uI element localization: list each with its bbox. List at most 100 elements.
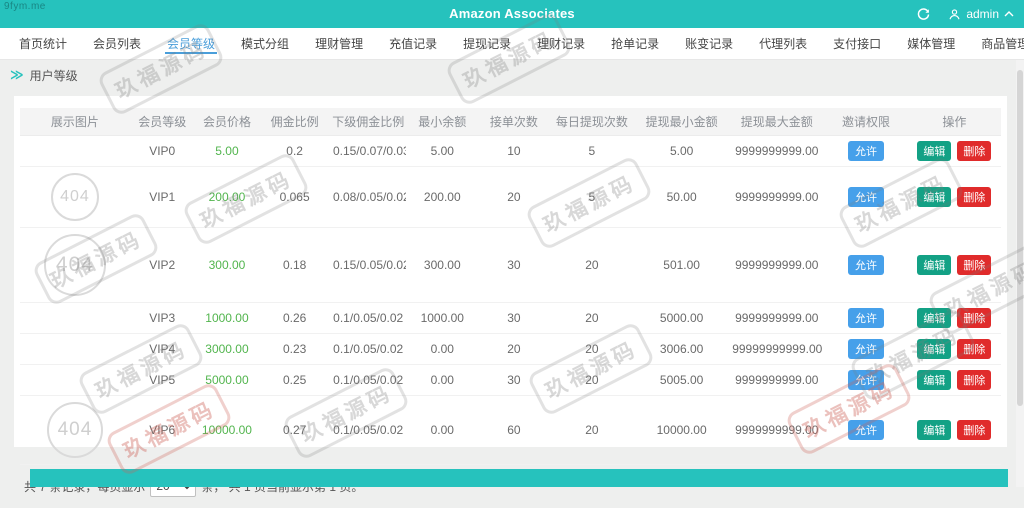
image-cell: 404	[20, 227, 130, 302]
order-count-cell: 20	[478, 166, 550, 227]
edit-button[interactable]: 编辑	[917, 339, 951, 359]
commission-cell: 0.27	[259, 395, 330, 464]
nav-item-14[interactable]: 商品管理	[968, 28, 1024, 59]
order-count-cell: 30	[478, 364, 550, 395]
column-header: 展示图片	[20, 108, 130, 135]
user-icon	[948, 8, 961, 21]
sub-commission-cell: 0.1/0.05/0.02	[330, 364, 407, 395]
delete-button[interactable]: 删除	[957, 339, 991, 359]
min-balance-cell: 5.00	[406, 135, 478, 166]
invite-cell: 允许	[824, 364, 907, 395]
nav-item-5[interactable]: 理财管理	[302, 28, 376, 59]
edit-button[interactable]: 编辑	[917, 141, 951, 161]
invite-allow-badge[interactable]: 允许	[848, 420, 884, 440]
image-cell	[20, 364, 130, 395]
edit-button[interactable]: 编辑	[917, 255, 951, 275]
nav-item-11[interactable]: 代理列表	[746, 28, 820, 59]
edit-button[interactable]: 编辑	[917, 308, 951, 328]
nav-item-9[interactable]: 抢单记录	[598, 28, 672, 59]
daily-withdraw-cell: 20	[550, 395, 634, 464]
nav-item-12[interactable]: 支付接口	[820, 28, 894, 59]
order-count-cell: 20	[478, 333, 550, 364]
withdraw-max-cell: 9999999999.00	[729, 227, 824, 302]
nav-item-7[interactable]: 提现记录	[450, 28, 524, 59]
delete-button[interactable]: 删除	[957, 141, 991, 161]
table-header-row: 展示图片会员等级会员价格佣金比例下级佣金比例最小余额接单次数每日提现次数提现最小…	[20, 108, 1001, 135]
user-menu[interactable]: admin	[948, 7, 1014, 21]
image-cell	[20, 333, 130, 364]
nav-item-13[interactable]: 媒体管理	[894, 28, 968, 59]
breadcrumb-arrow-icon: ≫	[10, 67, 24, 83]
nav-item-8[interactable]: 理财记录	[524, 28, 598, 59]
order-count-cell: 30	[478, 227, 550, 302]
invite-allow-badge[interactable]: 允许	[848, 187, 884, 207]
delete-button[interactable]: 删除	[957, 187, 991, 207]
level-cell: VIP0	[130, 135, 195, 166]
withdraw-min-cell: 501.00	[634, 227, 729, 302]
invite-allow-badge[interactable]: 允许	[848, 339, 884, 359]
bottom-bar	[30, 469, 1008, 487]
nav-item-6[interactable]: 充值记录	[376, 28, 450, 59]
app-title: Amazon Associates	[0, 0, 1024, 28]
level-cell: VIP6	[130, 395, 195, 464]
delete-button[interactable]: 删除	[957, 370, 991, 390]
commission-cell: 0.25	[259, 364, 330, 395]
price-cell: 5000.00	[195, 364, 260, 395]
actions-cell: 编辑删除	[908, 227, 1001, 302]
delete-button[interactable]: 删除	[957, 420, 991, 440]
main-nav: 首页统计会员列表会员等级模式分组理财管理充值记录提现记录理财记录抢单记录账变记录…	[0, 28, 1024, 60]
sub-commission-cell: 0.15/0.07/0.03	[330, 135, 407, 166]
delete-button[interactable]: 删除	[957, 308, 991, 328]
withdraw-max-cell: 9999999999.00	[729, 364, 824, 395]
image-cell: 404	[20, 395, 130, 464]
table-row-vip1: 404VIP1200.000.0650.08/0.05/0.02200.0020…	[20, 166, 1001, 227]
invite-allow-badge[interactable]: 允许	[848, 308, 884, 328]
invite-cell: 允许	[824, 135, 907, 166]
edit-button[interactable]: 编辑	[917, 187, 951, 207]
nav-item-2[interactable]: 会员列表	[80, 28, 154, 59]
edit-button[interactable]: 编辑	[917, 370, 951, 390]
invite-allow-badge[interactable]: 允许	[848, 255, 884, 275]
chevron-up-icon	[1004, 11, 1014, 17]
daily-withdraw-cell: 20	[550, 333, 634, 364]
withdraw-min-cell: 5000.00	[634, 302, 729, 333]
column-header: 会员价格	[195, 108, 260, 135]
nav-item-10[interactable]: 账变记录	[672, 28, 746, 59]
delete-button[interactable]: 删除	[957, 255, 991, 275]
image-cell	[20, 135, 130, 166]
invite-cell: 允许	[824, 395, 907, 464]
actions-cell: 编辑删除	[908, 302, 1001, 333]
table-row-vip5: VIP55000.000.250.1/0.05/0.020.0030205005…	[20, 364, 1001, 395]
table-row-vip3: VIP31000.000.260.1/0.05/0.021000.0030205…	[20, 302, 1001, 333]
actions-cell: 编辑删除	[908, 166, 1001, 227]
min-balance-cell: 0.00	[406, 395, 478, 464]
breadcrumb-label: 用户等级	[30, 67, 78, 84]
refresh-button[interactable]	[917, 8, 930, 21]
commission-cell: 0.23	[259, 333, 330, 364]
edit-button[interactable]: 编辑	[917, 420, 951, 440]
nav-item-1[interactable]: 首页统计	[6, 28, 80, 59]
column-header: 接单次数	[478, 108, 550, 135]
table-row-vip6: 404VIP610000.000.270.1/0.05/0.020.006020…	[20, 395, 1001, 464]
actions-cell: 编辑删除	[908, 135, 1001, 166]
nav-item-4[interactable]: 模式分组	[228, 28, 302, 59]
column-header: 提现最小金额	[634, 108, 729, 135]
withdraw-min-cell: 5005.00	[634, 364, 729, 395]
level-cell: VIP3	[130, 302, 195, 333]
sub-commission-cell: 0.1/0.05/0.02	[330, 333, 407, 364]
scrollbar-thumb[interactable]	[1017, 70, 1023, 406]
broken-image-404: 404	[51, 173, 99, 221]
price-cell: 300.00	[195, 227, 260, 302]
sub-commission-cell: 0.1/0.05/0.02	[330, 395, 407, 464]
refresh-icon	[917, 8, 930, 21]
actions-cell: 编辑删除	[908, 364, 1001, 395]
sub-commission-cell: 0.15/0.05/0.02	[330, 227, 407, 302]
level-cell: VIP5	[130, 364, 195, 395]
table-row-vip2: 404VIP2300.000.180.15/0.05/0.02300.00302…	[20, 227, 1001, 302]
nav-item-3[interactable]: 会员等级	[154, 28, 228, 59]
image-cell	[20, 302, 130, 333]
daily-withdraw-cell: 5	[550, 166, 634, 227]
invite-allow-badge[interactable]: 允许	[848, 141, 884, 161]
min-balance-cell: 200.00	[406, 166, 478, 227]
invite-allow-badge[interactable]: 允许	[848, 370, 884, 390]
